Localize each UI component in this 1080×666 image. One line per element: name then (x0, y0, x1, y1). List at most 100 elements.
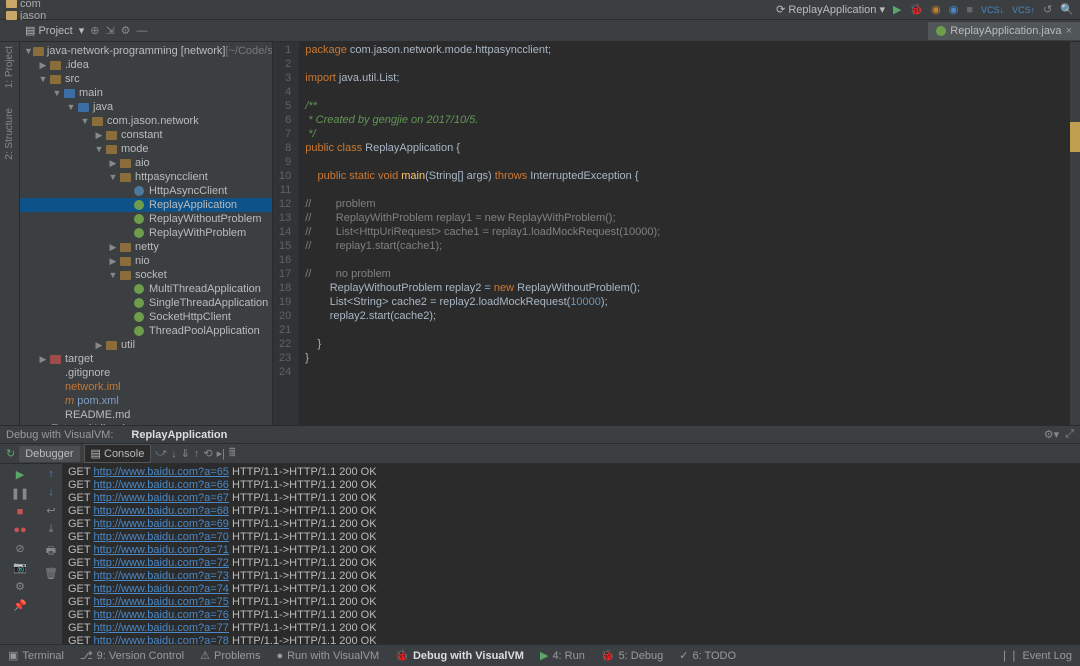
project-tool-button[interactable]: 1: Project (4, 46, 15, 88)
up-icon[interactable]: ↑ (48, 468, 54, 480)
tree-row[interactable]: ▼socket (20, 268, 272, 282)
soft-wrap-icon[interactable]: ↩ (46, 504, 55, 517)
project-tool-label[interactable]: ▤ Project (25, 24, 73, 37)
tree-row[interactable]: m pom.xml (20, 394, 272, 408)
coverage-icon[interactable]: ◉ (931, 3, 941, 16)
class-icon (936, 26, 946, 36)
get-thread-dump-icon[interactable]: 📷 (13, 561, 27, 574)
pause-icon[interactable]: ❚❚ (11, 487, 29, 500)
settings2-icon[interactable]: ⚙ (15, 580, 25, 593)
force-step-into-icon[interactable]: ⇓ (181, 447, 190, 460)
vcs-update-icon[interactable]: VCS↓ (981, 5, 1004, 15)
tree-row[interactable]: ▶netty (20, 240, 272, 254)
stop-icon[interactable]: ■ (966, 4, 973, 16)
step-out-icon[interactable]: ↑ (194, 448, 200, 460)
tree-row[interactable]: ▼java-network-programming [network] [~/C… (20, 44, 272, 58)
console-side-toolbar: ↑ ↓ ↩ ⤓ 🖶 🗑 (40, 464, 62, 644)
tree-row[interactable]: ▶util (20, 338, 272, 352)
tree-row[interactable]: HttpAsyncClient (20, 184, 272, 198)
breadcrumb-bar: java-network-programming src main java c… (0, 0, 1080, 20)
tree-row[interactable]: ▼java (20, 100, 272, 114)
tree-row[interactable]: README.md (20, 408, 272, 422)
todo-button[interactable]: ✓ 6: TODO (679, 649, 736, 662)
structure-tool-button[interactable]: 2: Structure (4, 108, 15, 160)
terminal-button[interactable]: ▣ Terminal (8, 649, 64, 662)
sync-icon[interactable]: ↺ (1043, 3, 1052, 16)
code-area[interactable]: package com.jason.network.mode.httpasync… (299, 42, 660, 425)
left-tool-stripe: 1: Project 2: Structure (0, 42, 20, 425)
debug-session-label: Debug with VisualVM: (6, 429, 113, 441)
tree-row[interactable]: ▶constant (20, 128, 272, 142)
status-bar: ▣ Terminal ⎇ 9: Version Control ⚠ Proble… (0, 644, 1080, 666)
event-log-button[interactable]: ❘❘ Event Log (1000, 649, 1072, 662)
hide-icon[interactable]: — (137, 25, 148, 37)
tree-row[interactable]: .gitignore (20, 366, 272, 380)
debugger-tab[interactable]: Debugger (19, 446, 79, 462)
breadcrumb-item[interactable]: com (6, 0, 151, 10)
view-breakpoints-icon[interactable]: ●● (13, 524, 26, 536)
run-to-cursor-icon[interactable]: ▸| (217, 447, 225, 460)
tree-row[interactable]: network.iml (20, 380, 272, 394)
profile-icon[interactable]: ◉ (949, 3, 959, 16)
drop-frame-icon[interactable]: ⟲ (203, 447, 212, 460)
close-icon[interactable]: × (1066, 25, 1072, 37)
project-tree-panel: ▼java-network-programming [network] [~/C… (20, 42, 273, 425)
down-icon[interactable]: ↓ (48, 486, 54, 498)
evaluate-icon[interactable]: 🖩 (229, 444, 236, 463)
print-icon[interactable]: 🖶 (46, 542, 56, 561)
debug-session-name[interactable]: ReplayApplication (131, 429, 227, 441)
stop-debug-icon[interactable]: ■ (17, 506, 24, 518)
settings-icon[interactable]: ⚙ (121, 24, 131, 37)
run-icon[interactable]: ▶ (893, 3, 901, 16)
tree-row[interactable]: SingleThreadApplication (20, 296, 272, 310)
scroll-from-source-icon[interactable]: ⊕ (90, 24, 99, 37)
vcs-commit-icon[interactable]: VCS↑ (1012, 5, 1035, 15)
scroll-end-icon[interactable]: ⤓ (49, 523, 54, 536)
tree-row[interactable]: ▶nio (20, 254, 272, 268)
problems-button[interactable]: ⚠ Problems (200, 649, 260, 662)
tree-row[interactable]: ▼main (20, 86, 272, 100)
mute-breakpoints-icon[interactable]: ⊘ (15, 542, 24, 555)
debug-button[interactable]: 🐞 5: Debug (601, 649, 663, 662)
restart-icon[interactable]: ↻ (6, 447, 15, 460)
tree-row[interactable]: ▼com.jason.network (20, 114, 272, 128)
run-config-selector[interactable]: ⟳ ReplayApplication ▾ (776, 3, 885, 16)
collapse-all-icon[interactable]: ⇲ (105, 24, 114, 37)
panel-pin-icon[interactable]: ⤢ (1065, 428, 1074, 441)
search-icon[interactable]: 🔍 (1060, 3, 1074, 16)
resume-icon[interactable]: ▶ (16, 468, 24, 481)
tree-row[interactable]: ReplayWithoutProblem (20, 212, 272, 226)
tree-row[interactable]: ThreadPoolApplication (20, 324, 272, 338)
pin-icon[interactable]: 📌 (13, 599, 27, 612)
debug-icon[interactable]: 🐞 (909, 3, 923, 16)
clear-icon[interactable]: 🗑 (44, 567, 58, 580)
step-into-icon[interactable]: ↓ (171, 448, 177, 460)
project-dropdown-icon[interactable]: ▾ (79, 24, 85, 37)
debug-left-toolbar: ▶ ❚❚ ■ ●● ⊘ 📷 ⚙ 📌 (0, 464, 40, 644)
tree-row[interactable]: ▼httpasyncclient (20, 170, 272, 184)
tree-row[interactable]: ▼src (20, 72, 272, 86)
tree-row[interactable]: ▶aio (20, 156, 272, 170)
step-over-icon[interactable]: ⤻ (155, 447, 167, 460)
editor-error-stripe (1070, 42, 1080, 425)
code-editor[interactable]: 123456789101112131415161718192021222324 … (273, 42, 1070, 425)
tree-row[interactable]: ReplayWithProblem (20, 226, 272, 240)
version-control-button[interactable]: ⎇ 9: Version Control (80, 649, 184, 662)
tree-row[interactable]: ▶target (20, 352, 272, 366)
panel-settings-icon[interactable]: ⚙▾ (1044, 428, 1059, 441)
line-gutter: 123456789101112131415161718192021222324 (273, 42, 299, 425)
tab-label: ReplayApplication.java (950, 25, 1061, 37)
tree-row[interactable]: ▼mode (20, 142, 272, 156)
console-tab[interactable]: ▤ Console (84, 444, 152, 463)
run-button[interactable]: ▶ 4: Run (540, 649, 585, 662)
tree-row[interactable]: ReplayApplication (20, 198, 272, 212)
console-output[interactable]: GET http://www.baidu.com?a=65 HTTP/1.1->… (62, 464, 1080, 644)
tree-row[interactable]: ▶.idea (20, 58, 272, 72)
editor-tab[interactable]: ReplayApplication.java × (928, 22, 1080, 40)
tree-row[interactable]: SocketHttpClient (20, 310, 272, 324)
tree-row[interactable]: MultiThreadApplication (20, 282, 272, 296)
debug-panel: Debug with VisualVM: ReplayApplication ⚙… (0, 425, 1080, 644)
run-visualvm-button[interactable]: ● Run with VisualVM (276, 650, 379, 662)
debug-visualvm-button[interactable]: 🐞 Debug with VisualVM (395, 649, 524, 662)
secondary-toolbar: ▤ Project ▾ ⊕ ⇲ ⚙ — ReplayApplication.ja… (0, 20, 1080, 42)
